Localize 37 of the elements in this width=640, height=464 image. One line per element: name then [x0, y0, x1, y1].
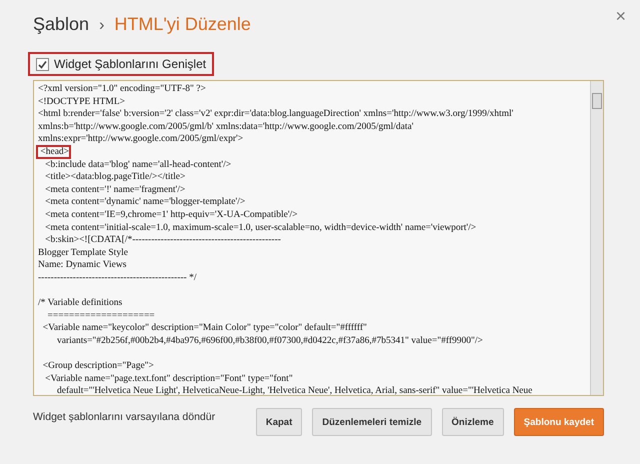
code-line: <?xml version="1.0" encoding="UTF-8" ?> — [38, 84, 206, 94]
breadcrumb-parent[interactable]: Şablon — [33, 14, 90, 35]
code-line: <b:skin><![CDATA[/*----------------------------------------------- — [44, 235, 281, 246]
code-line: <title><data:blog.pageTitle/></title> — [44, 172, 186, 182]
code-line: xmlns:expr='http://www.google.com/2005/gml/expr'> — [38, 134, 244, 144]
code-line: default="'Helvetica Neue Light', HelveticaNeue-Light, 'Helvetica Neue', Helvetica, Arial, sans-serif" value="'Helvetica Neue — [56, 386, 532, 395]
code-line: <meta content='dynamic' name='blogger-template'/> — [44, 197, 246, 208]
code-line: Name: Dynamic Views — [38, 260, 126, 270]
code-line: <b:include data='blog' name='all-head-content'/> — [44, 160, 232, 170]
code-line: <!DOCTYPE HTML> — [38, 96, 125, 107]
checkbox-label: Widget Şablonlarını Genişlet — [54, 57, 206, 71]
code-line: ==================== — [46, 310, 155, 321]
code-editor[interactable] — [33, 80, 604, 396]
code-line: ----------------------------------------------- */ — [38, 272, 196, 283]
close-button[interactable]: × — [611, 6, 630, 27]
action-button[interactable]: Düzenlemeleri temizle — [312, 408, 432, 436]
code-line: /* Variable definitions — [38, 298, 122, 308]
action-button[interactable]: Kapat — [256, 408, 302, 436]
expand-widgets-checkbox[interactable]: Widget Şablonlarını Genişlet — [28, 52, 214, 76]
code-line: <html b:render='false' b:version='2' class='v2' expr:dir='data:blog.languageDirection' xmlns='http://www.w3.org/1999/xhtml' — [38, 109, 514, 120]
code-line: <Variable name="keycolor" description="Main Color" type="color" default="#ffffff" — [42, 323, 367, 334]
breadcrumb-separator: › — [99, 17, 104, 35]
code-line: <meta content='!' name='fragment'/> — [44, 184, 186, 195]
code-line: Blogger Template Style — [38, 248, 128, 258]
code-line: <Variable name="page.text.font" description="Font" type="font" — [44, 374, 293, 384]
code-line: <meta content='IE=9,chrome=1' http-equiv='X-UA-Compatible'/> — [44, 210, 298, 220]
code-line: <meta content='initial-scale=1.0, maximum-scale=1.0, user-scalable=no, width=device-width' name='viewport'/> — [44, 222, 476, 233]
checkbox[interactable] — [36, 58, 49, 70]
page-title: HTML'yi Düzenle — [114, 14, 251, 35]
code-line: <Group description="Page"> — [42, 361, 154, 372]
revert-link[interactable]: Widget şablonlarını varsayılana döndür — [33, 411, 216, 423]
code-line: <head> — [38, 146, 70, 157]
code-line: xmlns:b='http://www.google.com/2005/gml/b' xmlns:data='http://www.google.com/2005/gml/data' — [38, 122, 414, 132]
scrollbar[interactable] — [590, 81, 603, 395]
action-button[interactable]: Önizleme — [442, 408, 504, 436]
checkmark-icon — [38, 60, 47, 68]
code-line: variants="#2b256f,#00b2b4,#4ba976,#696f00,#b38f00,#f07300,#d0422c,#f37a86,#7b5341" value="#ff9900"/> — [56, 336, 483, 346]
